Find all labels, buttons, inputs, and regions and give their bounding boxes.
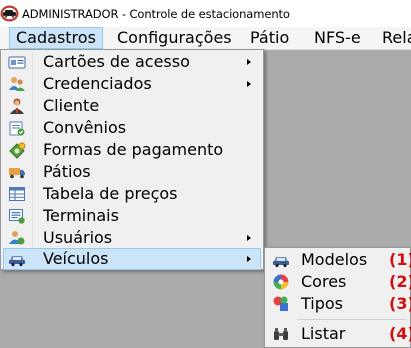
terminal-icon: [9, 209, 25, 224]
menu-item-label: Terminais: [43, 206, 119, 225]
menu-item-patios[interactable]: Pátios: [3, 161, 261, 183]
submenu-separator: [297, 319, 406, 320]
shapes-icon: [273, 296, 288, 311]
price-table-icon: [9, 187, 25, 201]
credentialed-users-icon: [9, 77, 25, 91]
annotation-number: (3): [389, 294, 411, 313]
submenu-item-label: Listar: [301, 324, 346, 343]
submenu-item-listar[interactable]: Listar (4): [267, 323, 411, 345]
payment-method-icon: [9, 142, 26, 159]
cadastros-dropdown: Cartões de acesso Credenciados Cliente C…: [0, 49, 264, 270]
submenu-arrow-icon: [247, 256, 251, 262]
submenu-item-modelos[interactable]: Modelos (1): [267, 249, 411, 271]
menu-patio[interactable]: Pátio: [243, 27, 296, 49]
menu-nfse[interactable]: NFS-e: [307, 27, 368, 49]
menu-item-terminais[interactable]: Terminais: [3, 205, 261, 227]
agreement-icon: [9, 121, 25, 136]
annotation-number: (4): [389, 324, 411, 343]
menu-item-label: Pátios: [43, 162, 91, 181]
submenu-item-label: Cores: [301, 272, 347, 291]
access-card-icon: [8, 56, 26, 69]
menu-item-veiculos[interactable]: Veículos: [3, 248, 261, 270]
car-icon: [9, 256, 25, 267]
submenu-item-label: Modelos: [301, 250, 368, 269]
window-title: ADMINISTRADOR - Controle de estacionamen…: [22, 7, 290, 21]
menu-item-label: Usuários: [43, 228, 113, 247]
title-bar: ADMINISTRADOR - Controle de estacionamen…: [0, 0, 411, 28]
submenu-arrow-icon: [247, 59, 251, 65]
menu-item-label: Convênios: [43, 118, 127, 137]
menu-item-cartoes-de-acesso[interactable]: Cartões de acesso: [3, 51, 261, 73]
color-wheel-icon: [273, 274, 289, 290]
annotation-number: (2): [389, 272, 411, 291]
menu-item-credenciados[interactable]: Credenciados: [3, 73, 261, 95]
submenu-item-label: Tipos: [301, 294, 344, 313]
menu-bar: Cadastros Configurações Pátio NFS-e Rela: [0, 27, 411, 50]
menu-item-label: Cliente: [43, 96, 100, 115]
submenu-item-cores[interactable]: Cores (2): [267, 271, 411, 293]
parking-app-icon: [0, 5, 19, 22]
users-icon: [9, 231, 25, 245]
submenu-arrow-icon: [247, 235, 251, 241]
menu-item-convenios[interactable]: Convênios: [3, 117, 261, 139]
annotation-number: (1): [389, 250, 411, 269]
menu-item-label: Formas de pagamento: [43, 140, 224, 159]
menu-item-formas-de-pagamento[interactable]: Formas de pagamento: [3, 139, 261, 161]
menu-configuracoes[interactable]: Configurações: [110, 27, 239, 49]
menu-item-label: Tabela de preços: [43, 184, 178, 203]
menu-item-cliente[interactable]: Cliente: [3, 95, 261, 117]
menu-item-tabela-de-precos[interactable]: Tabela de preços: [3, 183, 261, 205]
menu-relatorios[interactable]: Rela: [375, 27, 411, 49]
menu-item-label: Veículos: [43, 249, 109, 268]
menu-item-usuarios[interactable]: Usuários: [3, 227, 261, 249]
binoculars-icon: [274, 328, 288, 340]
submenu-arrow-icon: [247, 81, 251, 87]
menu-item-label: Credenciados: [43, 74, 152, 93]
client-icon: [10, 98, 24, 114]
menu-item-label: Cartões de acesso: [43, 52, 190, 71]
veiculos-submenu: Modelos (1) Cores (2) Tipos (3): [264, 247, 411, 348]
car-model-icon: [273, 257, 289, 268]
submenu-item-tipos[interactable]: Tipos (3): [267, 293, 411, 315]
menu-cadastros[interactable]: Cadastros: [9, 27, 103, 49]
truck-icon: [9, 168, 25, 179]
